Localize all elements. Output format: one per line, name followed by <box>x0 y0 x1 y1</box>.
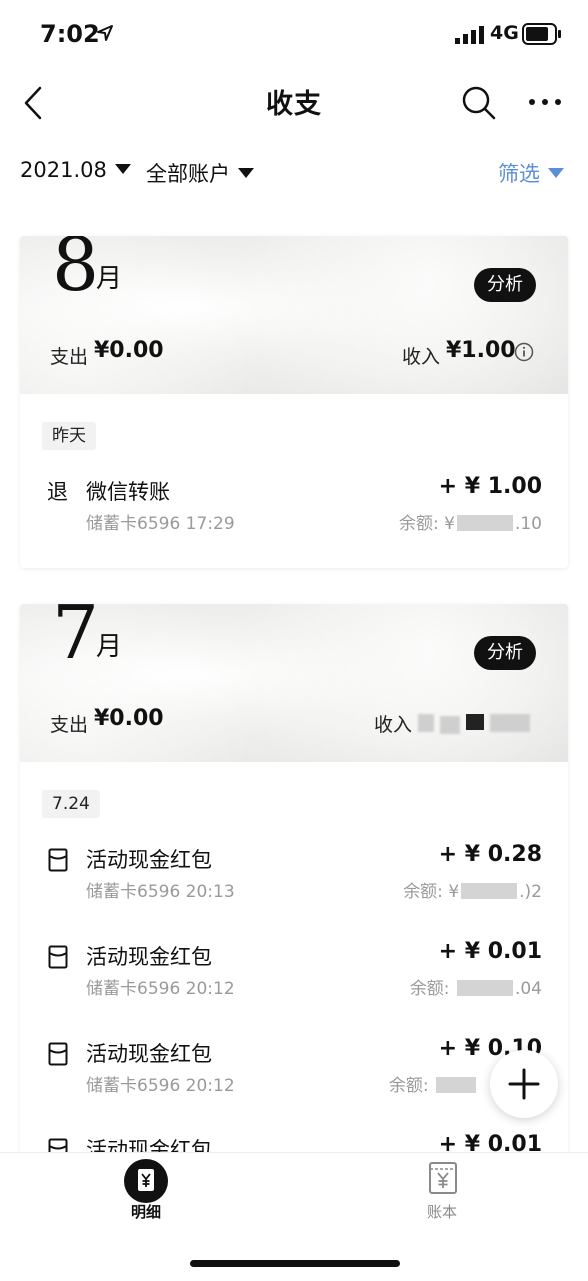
tab-ledger-label: 账本 <box>426 1203 457 1221</box>
month-number: 8 <box>52 236 100 308</box>
transaction-meta: 储蓄卡6596 20:13 <box>86 882 235 902</box>
redacted-mask <box>456 980 513 996</box>
redacted-mask <box>461 883 518 899</box>
transaction-amount: + ¥ 0.28 <box>438 842 542 867</box>
filter-button[interactable]: 筛选 <box>498 158 564 188</box>
transaction-balance: 余额: .04 <box>409 979 542 999</box>
income-label: 收入 <box>374 714 413 736</box>
search-icon[interactable] <box>460 84 498 122</box>
account-selector[interactable]: 全部账户 <box>146 158 254 188</box>
caret-down-icon <box>238 168 254 178</box>
status-bar: 7:02 4G <box>0 0 588 70</box>
tab-details-label: 明细 <box>130 1203 161 1221</box>
expense-value: ¥0.00 <box>94 706 164 731</box>
tab-ledger[interactable]: 账本 <box>382 1153 502 1233</box>
transaction-title: 活动现金红包 <box>86 945 212 969</box>
month-selector-label: 2021.08 <box>20 158 107 182</box>
redacted-mask <box>440 716 460 734</box>
income-label: 收入 <box>402 346 441 368</box>
info-icon[interactable] <box>514 342 534 362</box>
account-selector-label: 全部账户 <box>146 162 230 186</box>
transaction-row[interactable]: 活动现金红包 储蓄卡6596 20:13 + ¥ 0.28 余额: ¥ .)2 <box>20 842 568 912</box>
caret-down-icon <box>114 164 131 174</box>
ledger-icon <box>429 1162 457 1194</box>
analyze-button[interactable]: 分析 <box>474 268 536 302</box>
transaction-title: 活动现金红包 <box>86 848 212 872</box>
expense-value: ¥0.00 <box>94 338 164 363</box>
month-card-jul: 7 月 分析 支出 ¥0.00 收入 7.24 活动现金红包 储蓄卡6596 2… <box>20 604 568 1164</box>
expense-label: 支出 <box>50 346 89 368</box>
home-indicator <box>190 1260 400 1267</box>
red-packet-icon <box>48 848 68 872</box>
battery-icon <box>522 23 561 45</box>
caret-down-icon <box>548 168 564 178</box>
filter-bar: 2021.08 全部账户 筛选 <box>0 150 588 196</box>
signal-icon <box>455 26 484 44</box>
redacted-mask <box>418 714 434 732</box>
month-summary: 7 月 分析 支出 ¥0.00 收入 <box>20 604 568 762</box>
month-selector[interactable]: 2021.08 <box>20 158 131 182</box>
month-summary: 8 月 分析 支出 ¥0.00 收入 ¥1.00 <box>20 236 568 394</box>
status-time: 7:02 <box>40 20 100 48</box>
red-packet-icon <box>48 1042 68 1066</box>
redacted-mask <box>466 714 484 730</box>
transaction-balance: 余额: <box>389 1071 478 1096</box>
transaction-meta: 储蓄卡6596 20:12 <box>86 1076 235 1096</box>
expense-label: 支出 <box>50 714 89 736</box>
more-icon[interactable] <box>528 92 562 112</box>
plus-icon <box>508 1068 540 1100</box>
day-tag: 昨天 <box>42 422 96 450</box>
day-tag: 7.24 <box>42 790 100 818</box>
transaction-row[interactable]: 活动现金红包 储蓄卡6596 20:12 + ¥ 0.10 余额: <box>20 1036 568 1106</box>
page-title: 收支 <box>266 89 322 120</box>
add-record-button[interactable] <box>490 1050 558 1118</box>
redacted-mask <box>436 1077 476 1093</box>
redacted-mask <box>456 515 513 531</box>
transaction-balance: 余额: ¥ .)2 <box>403 882 542 902</box>
transaction-amount: + ¥ 0.01 <box>438 939 542 964</box>
transaction-meta: 储蓄卡6596 17:29 <box>86 514 235 534</box>
month-number: 7 <box>52 604 100 676</box>
transaction-balance: 余额: ¥ .10 <box>399 514 542 534</box>
month-unit: 月 <box>96 632 123 662</box>
transaction-row[interactable]: 退 微信转账 储蓄卡6596 17:29 + ¥ 1.00 余额: ¥ .10 <box>20 474 568 544</box>
tab-details[interactable]: 明细 <box>86 1153 206 1233</box>
transaction-meta: 储蓄卡6596 20:12 <box>86 979 235 999</box>
month-unit: 月 <box>96 264 123 294</box>
redacted-mask <box>490 714 530 732</box>
red-packet-icon <box>48 945 68 969</box>
nav-bar: 收支 <box>0 70 588 136</box>
transaction-title: 微信转账 <box>86 480 170 504</box>
month-card-aug: 8 月 分析 支出 ¥0.00 收入 ¥1.00 昨天 退 微信转账 储蓄卡65… <box>20 236 568 568</box>
transaction-amount: + ¥ 1.00 <box>438 474 542 499</box>
network-label: 4G <box>490 22 519 44</box>
analyze-button[interactable]: 分析 <box>474 636 536 670</box>
transaction-title: 活动现金红包 <box>86 1042 212 1066</box>
transaction-row[interactable]: 活动现金红包 储蓄卡6596 20:12 + ¥ 0.01 余额: .04 <box>20 939 568 1009</box>
yen-receipt-icon <box>124 1159 168 1203</box>
location-arrow-icon <box>97 25 113 41</box>
income-value: ¥1.00 <box>446 338 516 363</box>
refund-icon: 退 <box>47 480 68 504</box>
filter-button-label: 筛选 <box>498 162 540 186</box>
